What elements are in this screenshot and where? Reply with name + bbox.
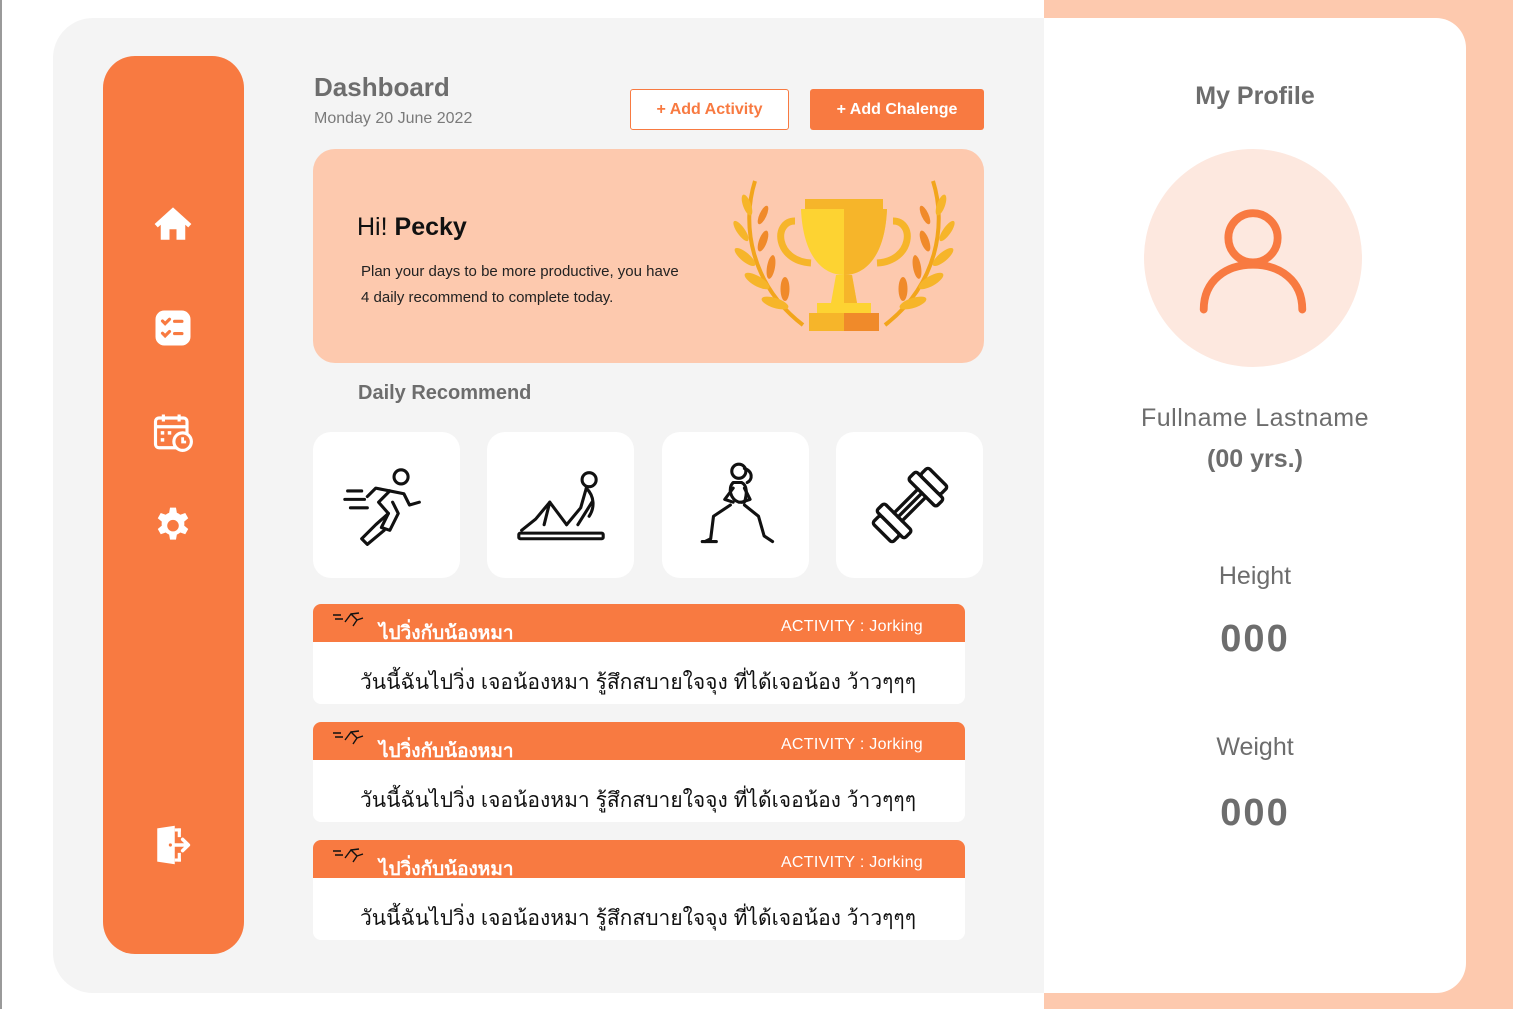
sidebar-item-settings[interactable] <box>151 504 195 548</box>
situp-icon <box>516 471 605 541</box>
running-mini-icon <box>333 730 364 745</box>
profile-age: (00 yrs.) <box>1207 445 1303 473</box>
welcome-banner: Hi! Pecky Plan your days to be more prod… <box>313 149 984 363</box>
activity-description: วันนี้ฉันไปวิ่ง เจอน้องหมา รู้สึกสบายใจจ… <box>360 789 916 812</box>
calendar-clock-icon <box>153 414 193 452</box>
activity-description: วันนี้ฉันไปวิ่ง เจอน้องหมา รู้สึกสบายใจจ… <box>360 907 916 930</box>
height-value: 000 <box>1220 618 1290 660</box>
weight-value: 000 <box>1220 792 1290 834</box>
activity-header: ไปวิ่งกับน้องหมา ACTIVITY : Jorking <box>313 840 965 880</box>
page-title: Dashboard <box>314 72 450 102</box>
activity-type: ACTIVITY : Jorking <box>780 618 923 635</box>
recommend-card-lunge[interactable] <box>662 432 809 578</box>
add-activity-button[interactable]: + Add Activity <box>630 89 789 130</box>
current-date: Monday 20 June 2022 <box>314 110 473 127</box>
height-label: Height <box>1218 562 1292 590</box>
recommend-card-situp[interactable] <box>487 432 634 578</box>
banner-message-line2: 4 daily recommend to complete today. <box>361 289 614 306</box>
activity-card[interactable]: ไปวิ่งกับน้องหมา ACTIVITY : Jorking วันน… <box>313 840 965 940</box>
sidebar-item-home[interactable] <box>151 202 195 246</box>
gear-icon <box>157 507 189 540</box>
home-icon <box>154 207 192 240</box>
recommend-card-dumbbell[interactable] <box>836 432 983 578</box>
running-mini-icon <box>333 848 364 863</box>
profile-fullname: Fullname Lastname <box>1140 404 1370 432</box>
sidebar-item-calendar[interactable] <box>151 410 195 454</box>
user-name: Pecky <box>394 213 467 241</box>
running-icon <box>342 468 421 546</box>
user-icon <box>1199 209 1307 314</box>
activity-card[interactable]: ไปวิ่งกับน้องหมา ACTIVITY : Jorking วันน… <box>313 722 965 822</box>
sidebar-item-logout[interactable] <box>151 823 195 867</box>
activity-title: ไปวิ่งกับน้องหมา <box>379 741 514 762</box>
daily-recommend-title: Daily Recommend <box>358 382 532 404</box>
weight-label: Weight <box>1216 733 1294 761</box>
avatar[interactable] <box>1144 149 1362 367</box>
running-mini-icon <box>333 612 364 627</box>
recommend-card-running[interactable] <box>313 432 460 578</box>
greeting-prefix: Hi! <box>357 213 388 241</box>
window-edge <box>0 0 2 1009</box>
sidebar <box>103 56 244 954</box>
dumbbell-icon <box>871 466 948 544</box>
activity-header: ไปวิ่งกับน้องหมา ACTIVITY : Jorking <box>313 722 965 762</box>
sidebar-item-tasks[interactable] <box>151 306 195 350</box>
activity-description: วันนี้ฉันไปวิ่ง เจอน้องหมา รู้สึกสบายใจจ… <box>360 671 916 694</box>
checklist-icon <box>155 310 191 346</box>
add-challenge-button[interactable]: + Add Chalenge <box>810 89 984 130</box>
profile-title: My Profile <box>1195 82 1315 110</box>
greeting: Hi! Pecky <box>357 213 467 242</box>
activity-header: ไปวิ่งกับน้องหมา ACTIVITY : Jorking <box>313 604 965 644</box>
lunge-icon <box>700 462 774 544</box>
banner-message: Plan your days to be more productive, yo… <box>361 259 701 311</box>
logout-icon <box>157 825 191 865</box>
activity-title: ไปวิ่งกับน้องหมา <box>379 859 514 880</box>
activity-type: ACTIVITY : Jorking <box>780 854 923 871</box>
activity-card[interactable]: ไปวิ่งกับน้องหมา ACTIVITY : Jorking วันน… <box>313 604 965 704</box>
activity-type: ACTIVITY : Jorking <box>780 736 923 753</box>
trophy-icon <box>733 180 955 331</box>
activity-title: ไปวิ่งกับน้องหมา <box>379 623 514 644</box>
banner-message-line1: Plan your days to be more productive, yo… <box>361 263 679 280</box>
